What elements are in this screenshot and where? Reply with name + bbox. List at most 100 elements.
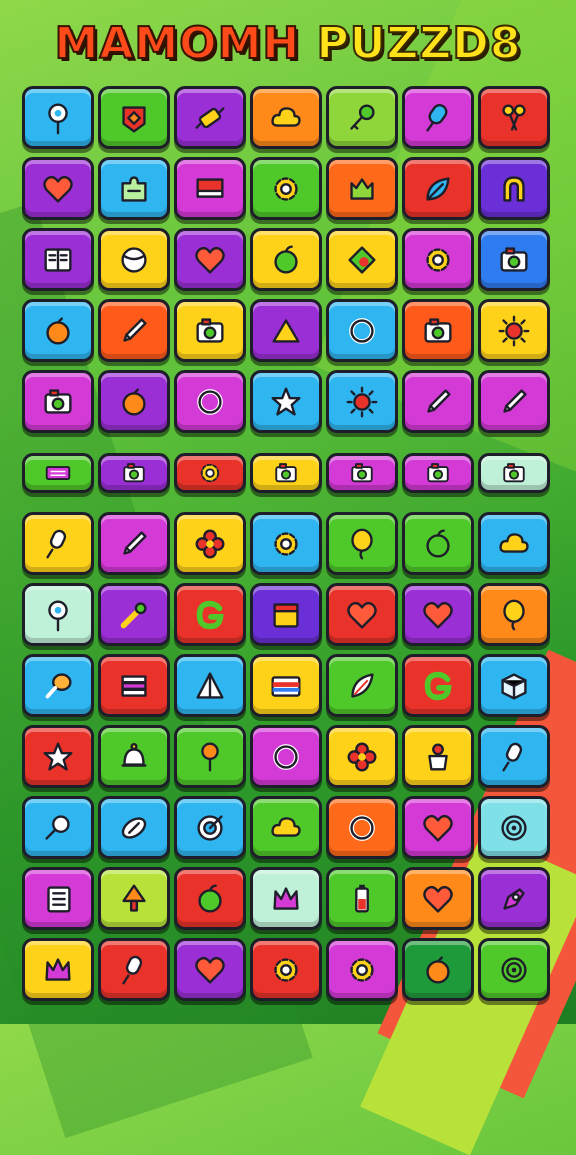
puzzle-tile[interactable] [402, 725, 474, 788]
puzzle-tile[interactable] [174, 796, 246, 859]
puzzle-tile[interactable] [174, 86, 246, 149]
puzzle-tile[interactable] [174, 157, 246, 220]
puzzle-tile[interactable] [250, 867, 322, 930]
puzzle-tile[interactable] [326, 157, 398, 220]
puzzle-tile[interactable] [98, 453, 170, 493]
puzzle-tile[interactable] [402, 86, 474, 149]
puzzle-tile[interactable] [22, 796, 94, 859]
puzzle-tile[interactable] [22, 453, 94, 493]
puzzle-tile[interactable] [250, 654, 322, 717]
puzzle-tile[interactable] [98, 228, 170, 291]
puzzle-tile[interactable] [402, 867, 474, 930]
puzzle-tile[interactable] [402, 157, 474, 220]
puzzle-tile[interactable] [250, 370, 322, 433]
camera-icon [44, 388, 72, 414]
puzzle-tile[interactable] [174, 370, 246, 433]
puzzle-tile[interactable] [22, 654, 94, 717]
puzzle-tile[interactable] [478, 299, 550, 362]
puzzle-tile[interactable] [478, 654, 550, 717]
puzzle-tile[interactable] [250, 453, 322, 493]
puzzle-tile[interactable] [326, 299, 398, 362]
puzzle-tile[interactable] [22, 938, 94, 1001]
puzzle-tile[interactable] [250, 796, 322, 859]
puzzle-tile[interactable] [98, 583, 170, 646]
puzzle-tile[interactable] [22, 299, 94, 362]
puzzle-tile[interactable] [250, 725, 322, 788]
puzzle-tile[interactable] [22, 867, 94, 930]
puzzle-tile[interactable] [326, 228, 398, 291]
puzzle-tile[interactable] [98, 867, 170, 930]
leaf-icon [426, 176, 450, 201]
puzzle-tile[interactable] [98, 725, 170, 788]
pencil-icon [503, 388, 527, 413]
puzzle-tile[interactable] [174, 938, 246, 1001]
puzzle-tile[interactable] [402, 370, 474, 433]
puzzle-tile[interactable] [174, 453, 246, 493]
puzzle-tile[interactable] [326, 453, 398, 493]
puzzle-tile[interactable] [174, 228, 246, 291]
puzzle-tile[interactable] [478, 938, 550, 1001]
puzzle-tile[interactable] [174, 299, 246, 362]
puzzle-tile[interactable] [98, 938, 170, 1001]
puzzle-tile[interactable] [250, 512, 322, 575]
puzzle-tile[interactable] [478, 228, 550, 291]
calendar-icon [273, 602, 299, 628]
puzzle-tile[interactable] [98, 370, 170, 433]
puzzle-tile[interactable] [402, 796, 474, 859]
puzzle-tile[interactable] [22, 583, 94, 646]
gear-icon [274, 957, 298, 982]
puzzle-tile[interactable] [478, 512, 550, 575]
puzzle-tile[interactable] [22, 157, 94, 220]
puzzle-tile[interactable] [326, 86, 398, 149]
puzzle-tile[interactable] [250, 583, 322, 646]
heart-icon [195, 246, 225, 274]
puzzle-tile[interactable] [98, 86, 170, 149]
puzzle-tile[interactable] [174, 725, 246, 788]
badge-icon [122, 105, 146, 132]
heart-icon [423, 885, 453, 913]
puzzle-tile[interactable] [326, 725, 398, 788]
puzzle-tile[interactable] [402, 453, 474, 493]
puzzle-tile[interactable] [402, 654, 474, 717]
puzzle-tile[interactable] [326, 654, 398, 717]
puzzle-tile[interactable] [326, 938, 398, 1001]
puzzle-tile[interactable] [402, 938, 474, 1001]
puzzle-tile[interactable] [98, 512, 170, 575]
puzzle-tile[interactable] [478, 796, 550, 859]
puzzle-tile[interactable] [250, 157, 322, 220]
puzzle-tile[interactable] [174, 654, 246, 717]
puzzle-tile[interactable] [326, 867, 398, 930]
puzzle-tile[interactable] [478, 867, 550, 930]
puzzle-tile[interactable] [98, 654, 170, 717]
puzzle-tile[interactable] [250, 228, 322, 291]
puzzle-tile[interactable] [22, 725, 94, 788]
pin-icon [48, 600, 68, 631]
puzzle-tile[interactable] [478, 370, 550, 433]
puzzle-tile[interactable] [22, 370, 94, 433]
puzzle-tile[interactable] [174, 583, 246, 646]
puzzle-tile[interactable] [326, 796, 398, 859]
puzzle-tile[interactable] [402, 228, 474, 291]
puzzle-tile[interactable] [478, 725, 550, 788]
puzzle-tile[interactable] [326, 583, 398, 646]
puzzle-tile[interactable] [98, 796, 170, 859]
puzzle-tile[interactable] [22, 228, 94, 291]
puzzle-tile[interactable] [250, 299, 322, 362]
puzzle-tile[interactable] [478, 157, 550, 220]
puzzle-tile[interactable] [326, 370, 398, 433]
puzzle-tile[interactable] [402, 583, 474, 646]
puzzle-tile[interactable] [250, 86, 322, 149]
puzzle-tile[interactable] [250, 938, 322, 1001]
puzzle-tile[interactable] [174, 512, 246, 575]
puzzle-tile[interactable] [402, 299, 474, 362]
puzzle-tile[interactable] [22, 86, 94, 149]
puzzle-tile[interactable] [402, 512, 474, 575]
puzzle-tile[interactable] [478, 583, 550, 646]
puzzle-tile[interactable] [478, 86, 550, 149]
puzzle-tile[interactable] [478, 453, 550, 493]
puzzle-tile[interactable] [98, 157, 170, 220]
puzzle-tile[interactable] [22, 512, 94, 575]
puzzle-tile[interactable] [98, 299, 170, 362]
puzzle-tile[interactable] [326, 512, 398, 575]
puzzle-tile[interactable] [174, 867, 246, 930]
